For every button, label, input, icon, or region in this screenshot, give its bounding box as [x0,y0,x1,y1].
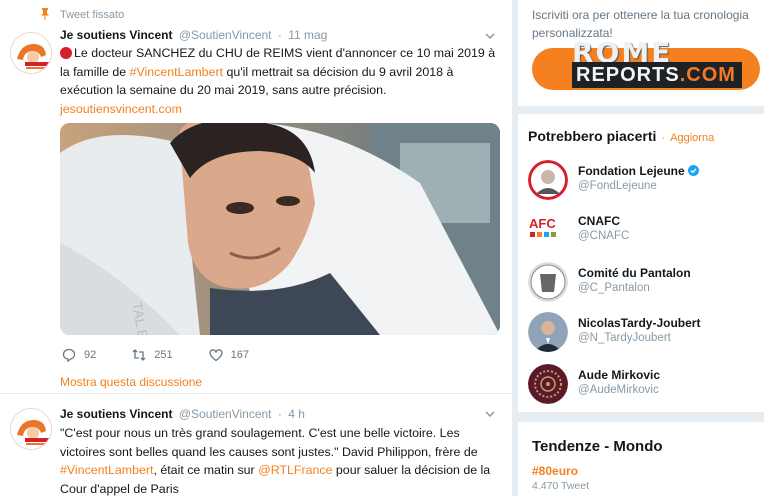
author-name[interactable]: Je soutiens Vincent [60,28,172,42]
retweet-icon [132,349,146,361]
trend-item[interactable]: #80euro [532,464,578,478]
tweet-text: "C'est pour nous un très grand soulageme… [60,426,491,496]
verified-badge-icon [687,165,699,176]
timeline: Tweet fissato Je soutiens Vincent @Souti… [0,0,512,496]
suggestion-item[interactable]: NicolasTardy-Joubert @N_TardyJoubert [528,312,758,356]
chevron-down-icon[interactable] [484,408,496,420]
reply-count: 92 [84,349,97,361]
suggestion-name: NicolasTardy-Joubert [578,316,701,330]
suggestion-name: CNAFC [578,214,620,228]
like-count: 167 [230,349,249,361]
tweet[interactable]: Je soutiens Vincent @SoutienVincent · 11… [0,22,512,394]
like-button[interactable]: 167 [208,348,249,362]
suggestion-name: Aude Mirkovic [578,368,661,382]
who-to-follow-title: Potrebbero piacerti · Aggiorna [528,128,715,144]
refresh-link[interactable]: Aggiorna [670,132,714,144]
hashtag-link[interactable]: #VincentLambert [60,463,153,477]
tweet-actions: 92 251 167 [62,348,285,362]
tweet-image[interactable]: TAL ETA [60,123,500,335]
suggestion-item[interactable]: Aude Mirkovic @AudeMirkovic [528,364,758,408]
suggestion-handle: @CNAFC [578,230,630,242]
reply-button[interactable]: 92 [62,348,96,362]
pin-icon [41,8,49,20]
suggestion-item[interactable]: Comité du Pantalon @C_Pantalon [528,262,758,306]
trends-title: Tendenze - Mondo [532,438,663,455]
avatar[interactable] [528,262,568,302]
suggestion-handle: @AudeMirkovic [578,384,659,396]
rome-reports-logo: ROME REPORTS.COM [572,36,764,96]
suggestion-handle: @N_TardyJoubert [578,332,671,344]
external-link[interactable]: jesoutiensvincent.com [60,102,182,116]
red-circle-emoji [60,47,72,59]
mention-link[interactable]: @RTLFrance [258,463,332,477]
avatar[interactable] [528,364,568,404]
pinned-tweet-label: Tweet fissato [60,9,125,21]
avatar[interactable] [528,312,568,352]
tweet-time[interactable]: 11 mag [288,28,327,42]
avatar[interactable] [528,160,568,200]
suggestion-handle: @FondLejeune [578,180,657,192]
tweet-header: Je soutiens Vincent @SoutienVincent · 11… [60,28,328,42]
avatar[interactable]: AFC [528,210,568,250]
author-handle[interactable]: @SoutienVincent [179,28,272,42]
suggestion-name: Fondation Lejeune [578,164,699,178]
suggestion-handle: @C_Pantalon [578,282,650,294]
who-to-follow: Potrebbero piacerti · Aggiorna Fondation… [518,114,764,412]
tweet[interactable]: Je soutiens Vincent @SoutienVincent · 4 … [0,398,512,496]
svg-text:AFC: AFC [529,216,556,231]
suggestion-item[interactable]: AFC CNAFC @CNAFC [528,210,758,254]
author-name[interactable]: Je soutiens Vincent [60,407,172,421]
avatar[interactable] [10,32,52,74]
suggestion-name: Comité du Pantalon [578,266,691,280]
heart-icon [208,349,223,362]
avatar[interactable] [10,408,52,450]
suggestion-item[interactable]: Fondation Lejeune @FondLejeune [528,160,758,204]
author-handle[interactable]: @SoutienVincent [179,407,272,421]
reply-icon [62,348,76,362]
tweet-time[interactable]: 4 h [288,407,305,421]
trends-module: Tendenze - Mondo #80euro 4.470 Tweet [518,422,764,496]
tweet-header: Je soutiens Vincent @SoutienVincent · 4 … [60,407,305,421]
retweet-count: 251 [154,349,173,361]
tweet-text: Le docteur SANCHEZ du CHU de REIMS vient… [60,46,496,116]
show-thread-link[interactable]: Mostra questa discussione [60,375,202,389]
hashtag-link[interactable]: #VincentLambert [130,65,223,79]
trend-count: 4.470 Tweet [532,480,590,492]
chevron-down-icon[interactable] [484,30,496,42]
retweet-button[interactable]: 251 [132,348,173,362]
